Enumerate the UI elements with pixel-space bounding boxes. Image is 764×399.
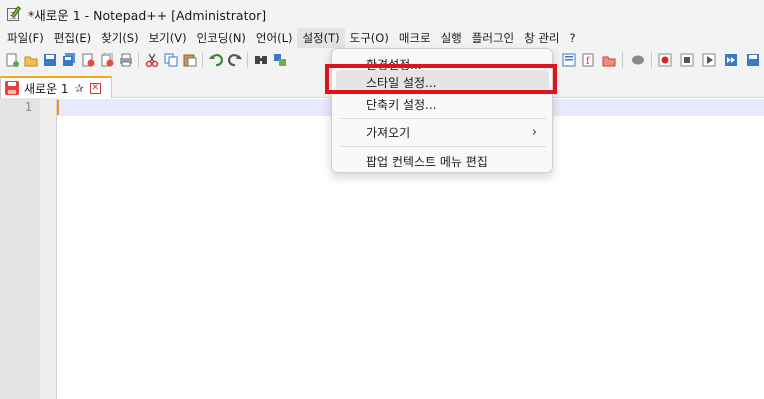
menu-item-label: 가져오기 [366, 125, 411, 140]
tab-close-icon[interactable]: ✕ [89, 82, 101, 94]
function-list-icon[interactable]: f [580, 51, 598, 69]
document-map-icon[interactable] [560, 51, 578, 69]
title-bar: *새로운 1 - Notepad++ [Administrator] [0, 0, 764, 28]
new-file-icon[interactable] [3, 51, 21, 69]
line-number-gutter: 1 [0, 98, 40, 399]
pin-icon[interactable]: ✰ [75, 82, 84, 95]
menu-plugins[interactable]: 플러그인 [467, 28, 519, 48]
fold-margin[interactable] [40, 98, 56, 399]
menu-run[interactable]: 실행 [436, 28, 467, 48]
line-number: 1 [24, 100, 32, 114]
menu-search[interactable]: 찾기(S) [96, 28, 143, 48]
menu-item-import[interactable]: 가져오기 › [336, 120, 549, 144]
replace-icon[interactable] [271, 51, 289, 69]
menu-window[interactable]: 창 관리 [519, 28, 564, 48]
open-file-icon[interactable] [22, 51, 40, 69]
menu-separator [340, 118, 546, 119]
find-icon[interactable] [252, 51, 270, 69]
play-macro-icon[interactable] [700, 51, 718, 69]
save-all-icon[interactable] [60, 51, 78, 69]
toolbar-separator [138, 52, 139, 68]
text-caret [57, 100, 59, 115]
submenu-arrow-icon: › [531, 125, 537, 140]
save-icon[interactable] [41, 51, 59, 69]
menu-settings[interactable]: 설정(T) [297, 28, 345, 48]
menu-bar: 파일(F) 편집(E) 찾기(S) 보기(V) 인코딩(N) 언어(L) 설정(… [0, 28, 764, 48]
settings-dropdown-menu: 환경설정... 스타일 설정... 단축키 설정... 가져오기 › 팝업 컨텍… [331, 48, 553, 173]
menu-macro[interactable]: 매크로 [394, 28, 436, 48]
margin-edge [56, 98, 57, 399]
menu-language[interactable]: 언어(L) [251, 28, 298, 48]
toolbar-separator [247, 52, 248, 68]
record-macro-icon[interactable] [656, 51, 674, 69]
notepad-app-icon [6, 5, 22, 22]
save-macro-icon[interactable] [744, 51, 762, 69]
menu-view[interactable]: 보기(V) [144, 28, 192, 48]
menu-item-shortcut-mapper[interactable]: 단축키 설정... [336, 92, 549, 116]
tab-new-1[interactable]: 새로운 1 ✰ ✕ [0, 76, 112, 98]
menu-edit[interactable]: 편집(E) [49, 28, 96, 48]
tab-label: 새로운 1 [24, 81, 69, 96]
toolbar-separator [202, 52, 203, 68]
unsaved-file-icon [5, 81, 19, 95]
copy-icon[interactable] [162, 51, 180, 69]
close-all-icon[interactable] [98, 51, 116, 69]
cut-icon[interactable] [143, 51, 161, 69]
monitoring-icon[interactable] [629, 51, 647, 69]
menu-file[interactable]: 파일(F) [2, 28, 49, 48]
undo-icon[interactable] [207, 51, 225, 69]
menu-item-edit-popup-context-menu[interactable]: 팝업 컨텍스트 메뉴 편집 [336, 149, 549, 173]
menu-encoding[interactable]: 인코딩(N) [192, 28, 251, 48]
menu-item-label: 스타일 설정... [366, 75, 437, 90]
menu-item-style-configurator[interactable]: 스타일 설정... [336, 70, 549, 94]
run-macro-multiple-icon[interactable] [722, 51, 740, 69]
folder-workspace-icon[interactable] [600, 51, 618, 69]
menu-item-label: 단축키 설정... [366, 97, 437, 112]
menu-tools[interactable]: 도구(O) [345, 28, 394, 48]
paste-icon[interactable] [181, 51, 199, 69]
redo-icon[interactable] [226, 51, 244, 69]
print-icon[interactable] [117, 51, 135, 69]
menu-item-label: 팝업 컨텍스트 메뉴 편집 [366, 154, 488, 169]
stop-macro-icon[interactable] [678, 51, 696, 69]
toolbar-separator [651, 52, 652, 68]
close-icon[interactable] [79, 51, 97, 69]
menu-help[interactable]: ? [564, 28, 580, 48]
menu-separator [340, 146, 546, 147]
toolbar-separator [622, 52, 623, 68]
window-title: *새로운 1 - Notepad++ [Administrator] [28, 7, 267, 23]
